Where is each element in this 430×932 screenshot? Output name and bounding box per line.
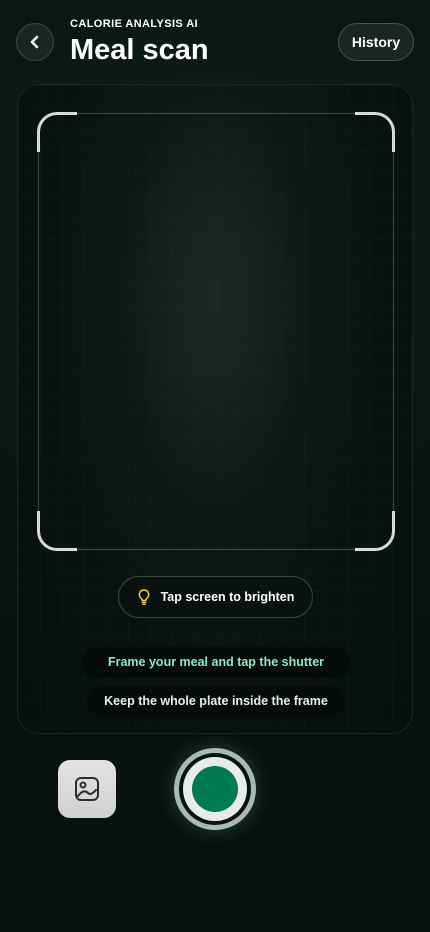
image-icon	[75, 777, 99, 801]
history-button[interactable]: History	[338, 23, 414, 61]
page-title: Meal scan	[70, 34, 209, 66]
app-eyebrow: CALORIE ANALYSIS AI	[70, 18, 199, 30]
chevron-left-icon	[30, 35, 39, 49]
lightbulb-icon	[137, 588, 151, 606]
frame-corner-top-right	[355, 112, 395, 152]
shutter-core	[192, 766, 238, 812]
tip-secondary: Keep the whole plate inside the frame	[87, 686, 345, 716]
tip-primary: Frame your meal and tap the shutter	[82, 647, 350, 677]
camera-viewfinder[interactable]: Tap screen to brighten Frame your meal a…	[17, 84, 413, 734]
frame-corner-bottom-left	[37, 511, 77, 551]
brighten-label: Tap screen to brighten	[160, 590, 295, 604]
shutter-button[interactable]	[174, 748, 256, 830]
camera-screen: CALORIE ANALYSIS AI Meal scan History Ta…	[0, 0, 430, 932]
brighten-button[interactable]: Tap screen to brighten	[118, 576, 313, 618]
shutter-ring	[179, 753, 251, 825]
gallery-button[interactable]	[58, 760, 116, 818]
scan-frame	[37, 112, 395, 551]
frame-corner-top-left	[37, 112, 77, 152]
header: CALORIE ANALYSIS AI Meal scan	[70, 18, 209, 67]
back-button[interactable]	[16, 23, 54, 61]
shutter-inner-ring	[183, 757, 247, 821]
frame-corner-bottom-right	[355, 511, 395, 551]
